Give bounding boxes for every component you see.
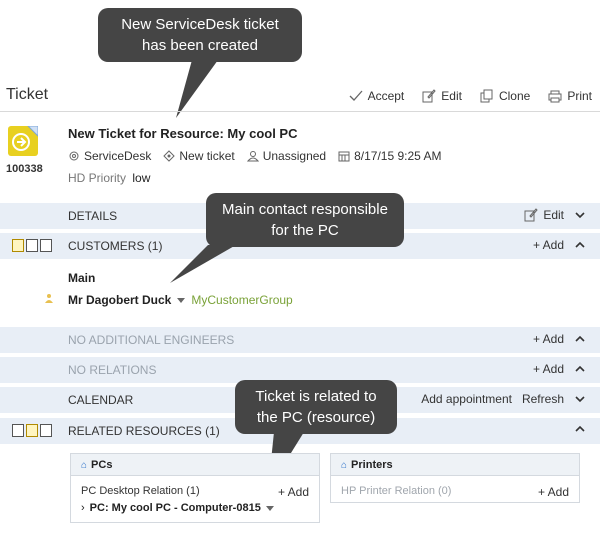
person-icon [45, 294, 53, 303]
ticket-icon [8, 126, 38, 156]
printer-relation-label: HP Printer Relation (0) [341, 485, 452, 497]
section-actions: Add appointment Refresh [421, 392, 586, 406]
ticket-meta: ServiceDesk New ticket Unassigned 8/17/1… [68, 149, 442, 163]
user-icon [246, 151, 259, 162]
assignee-meta[interactable]: Unassigned [246, 149, 327, 163]
section-actions: + Add [533, 362, 586, 376]
page-title: Ticket [6, 86, 49, 103]
refresh-button[interactable]: Refresh [522, 392, 564, 406]
calendar-icon [338, 151, 350, 162]
ticket-header: Ticket Accept Edit Clone Print [0, 80, 600, 112]
view-icon[interactable] [26, 239, 38, 252]
edit-icon [422, 89, 436, 103]
accept-label: Accept [367, 89, 405, 103]
callout-main-contact: Main contact responsible for the PC [206, 193, 404, 247]
section-actions [574, 423, 586, 435]
ticket-title: New Ticket for Resource: My cool PC [68, 126, 298, 141]
status-meta: New ticket [163, 149, 235, 163]
view-icon[interactable] [26, 424, 38, 437]
accept-button[interactable]: Accept [349, 89, 405, 103]
pc-item-label[interactable]: PC: My cool PC - Computer-0815 [90, 502, 261, 514]
date-meta: 8/17/15 9:25 AM [338, 149, 442, 163]
bullet-icon: › [81, 502, 85, 514]
printers-panel-title: Printers [351, 459, 393, 471]
customers-add-button[interactable]: + Add [533, 238, 564, 252]
edit-label: Edit [441, 89, 462, 103]
view-switcher [12, 424, 52, 437]
module-label: ServiceDesk [84, 149, 152, 163]
view-icon[interactable] [40, 239, 52, 252]
section-title: DETAILS [68, 209, 118, 223]
priority: HD Priority low [68, 171, 150, 185]
gear-icon [69, 151, 79, 161]
add-appointment-button[interactable]: Add appointment [421, 392, 512, 406]
ticket-id: 100338 [6, 163, 43, 175]
edit-button[interactable]: Edit [422, 89, 462, 103]
section-actions: Edit [524, 208, 586, 222]
customer-name[interactable]: Mr Dagobert Duck [68, 293, 171, 307]
chevron-up-icon[interactable] [574, 423, 586, 435]
chevron-up-icon[interactable] [574, 333, 586, 345]
module-meta: ServiceDesk [68, 149, 151, 163]
section-title: CUSTOMERS (1) [68, 239, 163, 253]
printer-add-button[interactable]: + Add [538, 485, 569, 499]
callout-related-resource: Ticket is related to the PC (resource) [235, 380, 397, 434]
view-icon[interactable] [12, 239, 24, 252]
pc-relation-label: PC Desktop Relation (1) [81, 485, 200, 497]
assignee-label: Unassigned [262, 149, 327, 163]
priority-label: HD Priority [68, 171, 127, 185]
section-title: NO RELATIONS [68, 363, 157, 377]
priority-value: low [132, 171, 151, 185]
edit-icon [524, 208, 538, 222]
chevron-down-icon[interactable] [574, 393, 586, 405]
engineers-add-button[interactable]: + Add [533, 332, 564, 346]
section-title: NO ADDITIONAL ENGINEERS [68, 333, 235, 347]
section-actions: + Add [533, 238, 586, 252]
section-actions: + Add [533, 332, 586, 346]
print-label: Print [567, 89, 592, 103]
view-switcher [12, 239, 52, 252]
customer-group[interactable]: MyCustomerGroup [191, 293, 292, 307]
printers-panel: ⌂ Printers HP Printer Relation (0) + Add [330, 453, 580, 503]
section-title: CALENDAR [68, 393, 134, 407]
pcs-panel-header: ⌂ PCs [71, 454, 319, 476]
pc-add-button[interactable]: + Add [278, 485, 309, 499]
pc-item[interactable]: › PC: My cool PC - Computer-0815 [81, 502, 274, 514]
clone-label: Clone [498, 89, 531, 103]
details-edit-button[interactable]: Edit [524, 208, 564, 222]
chevron-up-icon[interactable] [574, 363, 586, 375]
toolbar: Accept Edit Clone Print [349, 89, 592, 103]
caret-down-icon[interactable] [177, 297, 186, 303]
main-contact-label: Main [68, 271, 96, 285]
pcs-panel-title: PCs [91, 459, 113, 471]
view-icon[interactable] [40, 424, 52, 437]
clone-button[interactable]: Clone [480, 89, 530, 103]
chevron-down-icon[interactable] [574, 209, 586, 221]
status-icon [163, 150, 176, 162]
pcs-panel: ⌂ PCs PC Desktop Relation (1) + Add › PC:… [70, 453, 320, 523]
clone-icon [480, 89, 493, 103]
check-icon [349, 90, 363, 101]
home-icon: ⌂ [81, 460, 88, 471]
customer-entry[interactable]: Mr Dagobert Duck MyCustomerGroup [68, 293, 293, 307]
view-icon[interactable] [12, 424, 24, 437]
section-engineers[interactable]: NO ADDITIONAL ENGINEERS + Add [0, 327, 600, 353]
print-icon [548, 90, 562, 103]
home-icon: ⌂ [341, 460, 348, 471]
status-label: New ticket [179, 149, 235, 163]
section-title: RELATED RESOURCES (1) [68, 424, 220, 438]
relations-add-button[interactable]: + Add [533, 362, 564, 376]
caret-down-icon[interactable] [265, 505, 274, 511]
details-edit-label: Edit [543, 208, 564, 222]
print-button[interactable]: Print [548, 89, 592, 103]
printers-panel-header: ⌂ Printers [331, 454, 579, 476]
chevron-up-icon[interactable] [574, 239, 586, 251]
callout-tail [170, 245, 236, 283]
date-label: 8/17/15 9:25 AM [354, 149, 442, 163]
callout-ticket-created: New ServiceDesk ticket has been created [98, 8, 302, 62]
